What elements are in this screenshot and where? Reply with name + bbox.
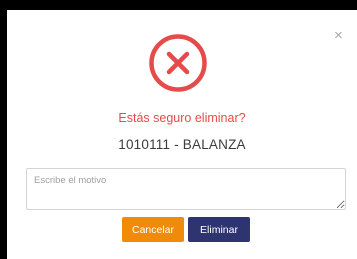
delete-confirm-dialog: × Estás seguro eliminar? 1010111 - BALAN… bbox=[7, 10, 357, 259]
cancel-button[interactable]: Cancelar bbox=[122, 217, 184, 242]
delete-button[interactable]: Eliminar bbox=[188, 217, 250, 242]
close-icon[interactable]: × bbox=[334, 28, 343, 43]
item-description: 1010111 - BALANZA bbox=[118, 137, 246, 152]
x-circle-icon bbox=[148, 33, 208, 93]
confirm-title: Estás seguro eliminar? bbox=[118, 111, 246, 125]
motivo-textarea[interactable] bbox=[26, 168, 346, 210]
